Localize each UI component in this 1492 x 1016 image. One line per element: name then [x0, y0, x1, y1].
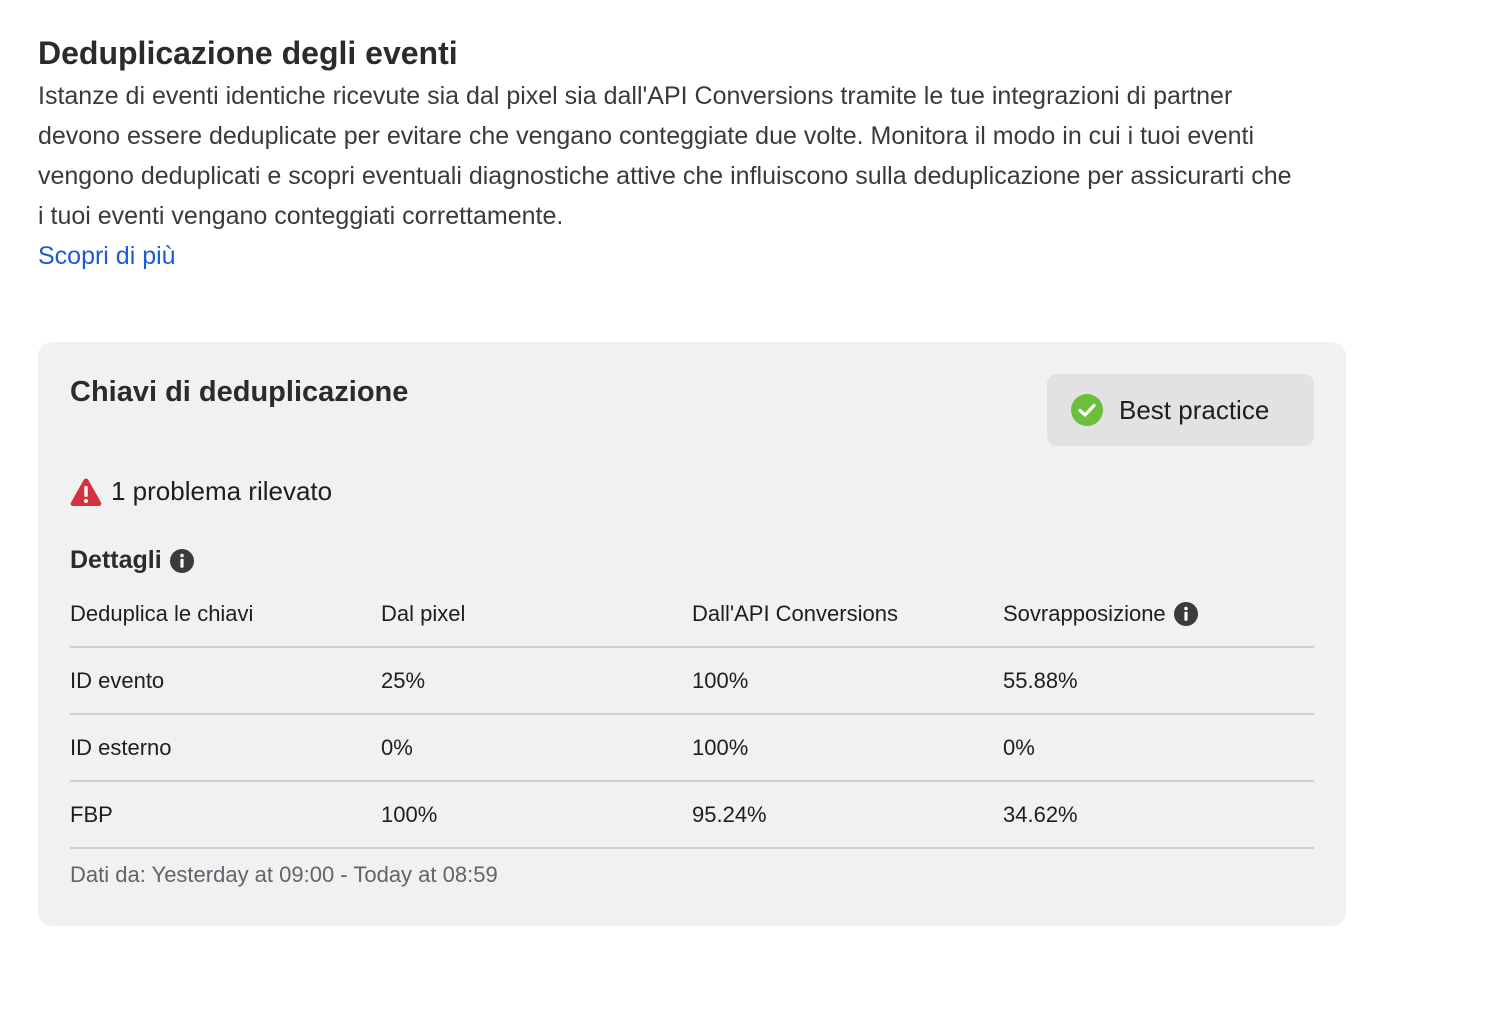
- table-cell: 34.62%: [1003, 801, 1078, 827]
- details-heading: Dettagli: [70, 546, 194, 575]
- column-header-keys: Deduplica le chiavi: [70, 601, 254, 626]
- table-cell: ID esterno: [70, 734, 172, 760]
- issue-summary: 1 problema rilevato: [70, 476, 332, 507]
- dedup-keys-card: Chiavi di deduplicazione Best practice 1…: [38, 342, 1346, 926]
- check-circle-icon: [1071, 394, 1103, 426]
- table-cell: 0%: [1003, 734, 1035, 760]
- column-header-api: Dall'API Conversions: [692, 601, 898, 626]
- header-section: Deduplicazione degli eventi Istanze di e…: [38, 30, 1298, 276]
- data-range-note: Dati da: Yesterday at 09:00 - Today at 0…: [70, 862, 498, 887]
- column-header-pixel: Dal pixel: [381, 601, 466, 626]
- page-description: Istanze di eventi identiche ricevute sia…: [38, 82, 1292, 230]
- best-practice-badge[interactable]: Best practice: [1047, 374, 1314, 446]
- table-header-row: Deduplica le chiavi Dal pixel Dall'API C…: [70, 582, 1314, 648]
- table-cell: 100%: [692, 667, 749, 693]
- table-cell: FBP: [70, 801, 113, 827]
- table-row: ID esterno 0% 100% 0%: [70, 715, 1314, 782]
- table-row: ID evento 25% 100% 55.88%: [70, 648, 1314, 715]
- learn-more-link[interactable]: Scopri di più: [38, 236, 176, 276]
- table-cell: 25%: [381, 667, 426, 693]
- dedup-keys-table: Deduplica le chiavi Dal pixel Dall'API C…: [70, 582, 1314, 849]
- details-label: Dettagli: [70, 546, 162, 574]
- table-cell: 95.24%: [692, 801, 767, 827]
- issue-text: 1 problema rilevato: [111, 476, 333, 506]
- best-practice-label: Best practice: [1119, 394, 1270, 425]
- table-cell: 0%: [381, 734, 413, 760]
- column-header-overlap: Sovrapposizione: [1003, 601, 1314, 627]
- column-header-overlap-label: Sovrapposizione: [1003, 601, 1166, 626]
- table-row: FBP 100% 95.24% 34.62%: [70, 782, 1314, 849]
- info-icon[interactable]: [1173, 602, 1198, 626]
- table-cell: ID evento: [70, 667, 165, 693]
- page: Deduplicazione degli eventi Istanze di e…: [0, 0, 1492, 1016]
- card-title: Chiavi di deduplicazione: [70, 376, 409, 408]
- table-cell: 100%: [381, 801, 438, 827]
- table-cell: 100%: [692, 734, 749, 760]
- page-title: Deduplicazione degli eventi: [38, 35, 458, 71]
- table-cell: 55.88%: [1003, 667, 1078, 693]
- warning-triangle-icon: [70, 477, 102, 507]
- info-icon[interactable]: [169, 548, 194, 573]
